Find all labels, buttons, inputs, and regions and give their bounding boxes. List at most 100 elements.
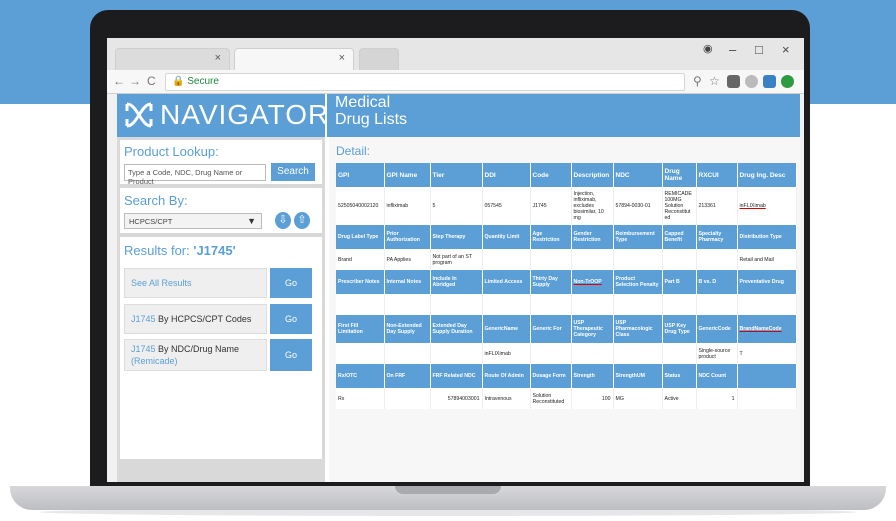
forward-button[interactable]: → (129, 74, 141, 88)
bookmark-star-icon[interactable]: ☆ (709, 74, 720, 88)
result-code: J1745 (131, 314, 156, 324)
table-cell: Retail and Mail (737, 249, 797, 270)
reload-button[interactable]: C (147, 74, 156, 88)
table-cell: Intravenous (482, 388, 531, 409)
tab-close-icon[interactable]: × (339, 52, 345, 64)
extension-icon[interactable] (763, 75, 776, 88)
maximize-button[interactable]: □ (755, 42, 763, 57)
table-cell (737, 388, 797, 409)
extension-icon[interactable] (727, 75, 740, 88)
search-by-panel: Search By: HCPCS/CPT ▼ ⇩ ⇧ (120, 188, 322, 233)
table-cell: Rx (336, 388, 385, 409)
update-icon[interactable] (781, 75, 794, 88)
table-cell (384, 388, 431, 409)
ndc-results-item[interactable]: J1745 By NDC/Drug Name (Remicade) (124, 339, 267, 371)
table-row: Rx 57894003001 Intravenous Solution Reco… (336, 388, 797, 409)
column-header: GPI Name (384, 163, 431, 187)
column-header: USP Therapeutic Category (571, 315, 614, 343)
column-header: USP Key Drug Type (662, 315, 697, 343)
column-header: Drug Ing. Desc (737, 163, 797, 187)
column-header: First Fill Limitation (336, 315, 385, 343)
go-button-hcpcs[interactable]: Go (270, 304, 312, 334)
close-window-button[interactable]: × (782, 42, 790, 57)
table-cell: 100 (571, 388, 614, 409)
results-query: 'J1745' (193, 243, 236, 258)
column-header: GenericCode (696, 315, 738, 343)
secure-label: Secure (187, 76, 219, 87)
table-cell (696, 249, 738, 270)
sort-down-button[interactable]: ⇩ (275, 212, 291, 229)
minimize-button[interactable]: – (729, 42, 736, 57)
back-button[interactable]: ← (113, 74, 125, 88)
table-header-row: Drug Label Type Prior Authorization Step… (336, 225, 797, 249)
sort-up-button[interactable]: ⇧ (294, 212, 310, 229)
table-header-row: Prescriber Notes Internal Notes Include … (336, 270, 797, 294)
column-header: Capped Benefit (662, 225, 697, 249)
column-header: Limited Access (482, 270, 531, 294)
tab-close-icon[interactable]: × (215, 52, 221, 64)
table-cell (336, 294, 385, 315)
result-sub-label: (Remicade) (131, 356, 178, 366)
column-header: Part B (662, 270, 697, 294)
table-cell: PA Applies (384, 249, 431, 270)
column-header: Non-Extended Day Supply (384, 315, 431, 343)
column-header: Age Restriction (530, 225, 572, 249)
column-header: NDC (613, 163, 663, 187)
results-heading: Results for: 'J1745' (124, 243, 236, 258)
column-header: NDC Count (696, 364, 738, 388)
result-label: By HCPCS/CPT Codes (158, 314, 252, 324)
column-header: Generic For (530, 315, 572, 343)
zoom-icon[interactable]: ⚲ (693, 74, 702, 88)
laptop-screen: × × ◉ – □ × ← → C 🔒 Secure ⚲ ☆ NAVIGATOR… (107, 38, 804, 482)
browser-tab-1[interactable]: × (115, 48, 230, 70)
logo-text: NAVIGATOR (160, 99, 330, 130)
table-cell (571, 249, 614, 270)
laptop-notch (395, 486, 501, 494)
table-cell (737, 294, 797, 315)
hcpcs-results-item[interactable]: J1745 By HCPCS/CPT Codes (124, 304, 267, 334)
detail-table: GPI GPI Name Tier DDI Code Description N… (336, 163, 797, 409)
app-header: NAVIGATOR Medical Drug Lists (117, 94, 800, 137)
go-button-all[interactable]: Go (270, 268, 312, 298)
column-header: Reimbursement Type (613, 225, 663, 249)
new-tab-button[interactable] (359, 48, 399, 70)
lock-icon: 🔒 (172, 76, 185, 87)
table-cell: infliximab (384, 187, 431, 225)
see-all-results-item[interactable]: See All Results (124, 268, 267, 298)
sidebar: Product Lookup: Type a Code, NDC, Drug N… (117, 137, 325, 482)
search-by-value: HCPCS/CPT (129, 217, 173, 226)
url-input[interactable]: 🔒 Secure (165, 73, 685, 91)
extension-icon[interactable] (745, 75, 758, 88)
column-header: Product Selection Penalty (613, 270, 663, 294)
table-cell (571, 343, 614, 364)
page-title: Medical Drug Lists (335, 94, 407, 128)
browser-tab-2[interactable]: × (234, 48, 354, 70)
product-lookup-panel: Product Lookup: Type a Code, NDC, Drug N… (120, 140, 322, 186)
column-header: Gender Restriction (571, 225, 614, 249)
dropdown-arrow-icon: ▼ (247, 216, 256, 226)
column-header: Rx/OTC (336, 364, 385, 388)
table-cell: 5 (430, 187, 483, 225)
table-cell (482, 249, 531, 270)
table-cell: 057545 (482, 187, 531, 225)
table-cell: 52505040002120 (336, 187, 385, 225)
go-button-ndc[interactable]: Go (270, 339, 312, 371)
table-cell (662, 343, 697, 364)
search-by-select[interactable]: HCPCS/CPT ▼ (124, 213, 262, 229)
table-cell: Not part of an ST program (430, 249, 483, 270)
table-cell: 1 (696, 388, 738, 409)
search-button[interactable]: Search (271, 163, 315, 181)
detail-panel: Detail: GPI GPI Name Tier DDI Code Descr… (329, 137, 800, 482)
results-panel: Results for: 'J1745' See All Results Go … (120, 237, 322, 459)
user-profile-icon[interactable]: ◉ (703, 42, 713, 55)
column-header: GenericName (482, 315, 531, 343)
table-cell: 57894003001 (430, 388, 483, 409)
column-header: Dosage Form (530, 364, 572, 388)
column-header: Extended Day Supply Duration (430, 315, 483, 343)
detail-heading: Detail: (336, 144, 371, 158)
column-header: Internal Notes (384, 270, 431, 294)
column-header: Thirty Day Supply (530, 270, 572, 294)
product-lookup-input[interactable]: Type a Code, NDC, Drug Name or Product (124, 164, 266, 186)
table-header-row: First Fill Limitation Non-Extended Day S… (336, 315, 797, 343)
column-header: Step Therapy (430, 225, 483, 249)
